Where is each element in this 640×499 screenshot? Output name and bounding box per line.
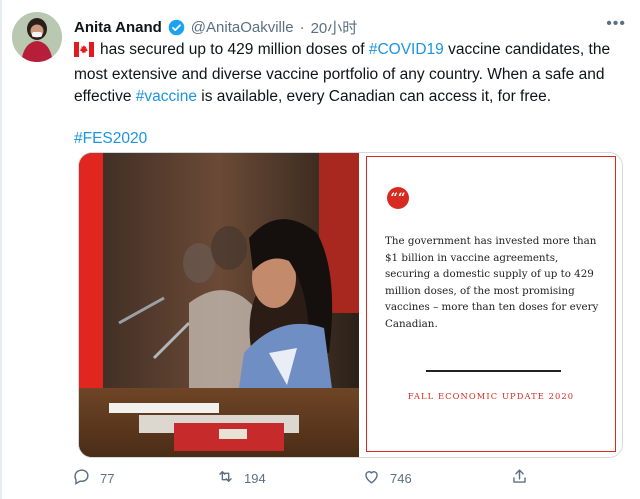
heart-icon [362,467,381,489]
tweet-media[interactable]: ““ The government has invested more than… [78,152,623,458]
tweet-actions: 77 194 746 [72,467,542,491]
hashtag-vaccine-link[interactable]: #vaccine [136,88,197,105]
share-button[interactable] [510,467,529,489]
author-name[interactable]: Anita Anand [74,19,162,36]
quote-text: The government has invested more than $1… [385,235,599,330]
hashtag-covid19-link[interactable]: #COVID19 [369,41,444,58]
retweet-icon [216,467,235,489]
share-icon [510,467,529,489]
minister-photo[interactable] [79,153,359,457]
quote-card: ““ The government has invested more than… [362,153,622,457]
like-count: 746 [390,470,412,486]
tweet-header: Anita Anand @AnitaOakville · 20小时 ••• [74,15,626,38]
canada-flag-icon [74,42,94,64]
reply-icon [72,467,91,489]
quote-mark-icon: ““ [387,187,409,209]
verified-badge-icon [168,19,185,36]
author-handle[interactable]: @AnitaOakville [191,19,294,36]
separator-dot: · [299,18,305,36]
reply-button[interactable]: 77 [72,467,114,489]
reply-count: 77 [100,470,115,486]
retweet-button[interactable]: 194 [216,467,266,489]
quote-card-frame: ““ The government has invested more than… [366,156,616,452]
tweet-text-part: is available, every Canadian can access … [196,88,552,105]
tweet-timestamp[interactable]: 20小时 [311,17,358,38]
card-footer-title: FALL ECONOMIC UPDATE 2020 [407,391,575,401]
divider [426,370,561,372]
timeline-rail [0,0,2,499]
like-button[interactable]: 746 [362,467,412,489]
more-options-icon[interactable]: ••• [606,15,626,33]
avatar[interactable] [12,12,62,62]
retweet-count: 194 [244,470,266,486]
tweet-text: has secured up to 429 million doses of #… [74,39,619,150]
hashtag-fes2020-link[interactable]: #FES2020 [74,130,147,147]
tweet-text-part: has secured up to 429 million doses of [100,41,369,58]
